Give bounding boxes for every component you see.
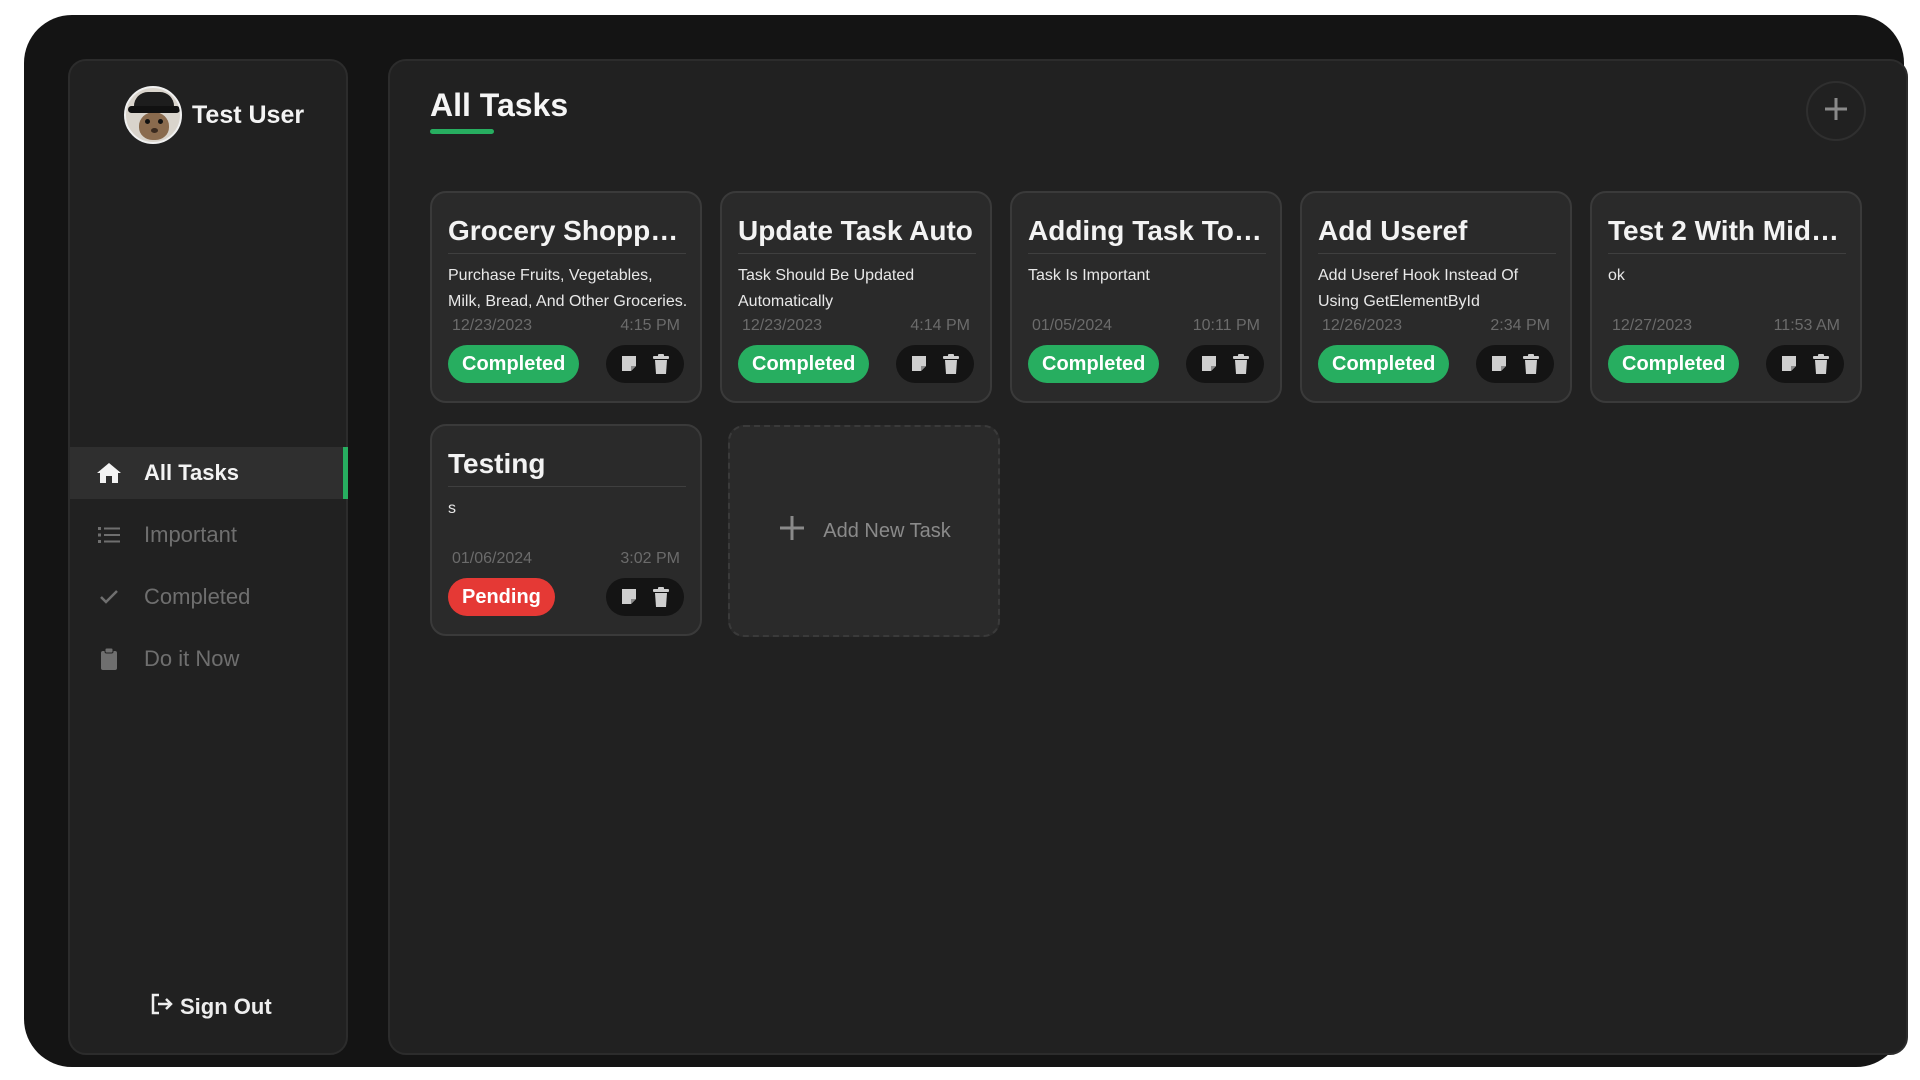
edit-icon[interactable]	[1488, 353, 1510, 375]
task-actions	[606, 345, 684, 383]
task-description: Task Is Important	[1028, 267, 1150, 284]
status-toggle-button[interactable]: Pending	[448, 578, 555, 616]
app-frame: Test User All Tasks Important Completed	[24, 15, 1908, 1067]
edit-icon[interactable]	[1198, 353, 1220, 375]
sign-out-button[interactable]: Sign Out	[150, 993, 272, 1021]
status-toggle-button[interactable]: Completed	[1318, 345, 1450, 383]
sidebar: Test User All Tasks Important Completed	[68, 59, 348, 1055]
status-toggle-button[interactable]: Completed	[448, 345, 580, 383]
trash-icon[interactable]	[1810, 353, 1832, 375]
task-card: Update Task Auto Task Should Be Updated …	[720, 191, 992, 403]
status-toggle-button[interactable]: Completed	[738, 345, 870, 383]
task-time: 3:02 PM	[620, 550, 680, 567]
task-time: 4:14 PM	[910, 317, 970, 334]
sidebar-item-important[interactable]: Important	[70, 509, 348, 561]
status-toggle-button[interactable]: Completed	[1608, 345, 1740, 383]
task-card: Add Useref Add Useref Hook Instead Of Us…	[1300, 191, 1572, 403]
user-profile[interactable]: Test User	[124, 85, 304, 145]
add-new-task-card[interactable]: Add New Task	[728, 425, 1000, 637]
sidebar-item-label: Completed	[144, 584, 251, 609]
sidebar-item-all-tasks[interactable]: All Tasks	[70, 447, 348, 499]
clipboard-icon	[96, 646, 122, 672]
title-underline	[430, 129, 494, 134]
avatar	[124, 86, 182, 144]
task-actions	[1186, 345, 1264, 383]
task-time: 2:34 PM	[1490, 317, 1550, 334]
task-time: 4:15 PM	[620, 317, 680, 334]
home-icon	[96, 460, 122, 486]
trash-icon[interactable]	[1520, 353, 1542, 375]
edit-icon[interactable]	[618, 586, 640, 608]
user-name: Test User	[192, 100, 305, 129]
add-task-button[interactable]	[1806, 81, 1866, 141]
task-card: Testing s 01/06/2024 3:02 PM Pending	[430, 424, 702, 636]
sidebar-item-label: Do it Now	[144, 646, 240, 671]
task-card: Grocery Shopping Purchase Fruits, Vegeta…	[430, 191, 702, 403]
task-description: ok	[1608, 267, 1625, 284]
edit-icon[interactable]	[618, 353, 640, 375]
trash-icon[interactable]	[940, 353, 962, 375]
plus-icon	[1822, 95, 1850, 128]
sidebar-item-label: Important	[144, 522, 237, 547]
task-date: 12/26/2023	[1322, 317, 1403, 334]
task-actions	[1766, 345, 1844, 383]
task-title: Grocery Shopping	[448, 215, 686, 254]
task-date: 12/23/2023	[452, 317, 533, 334]
add-new-task-label: Add New Task	[823, 519, 951, 542]
plus-icon	[777, 513, 807, 549]
sidebar-item-do-it-now[interactable]: Do it Now	[70, 633, 348, 685]
task-time: 10:11 PM	[1192, 317, 1260, 334]
list-icon	[96, 522, 122, 548]
task-actions	[606, 578, 684, 616]
sidebar-nav: All Tasks Important Completed Do it Now	[70, 447, 348, 695]
sidebar-item-label: All Tasks	[144, 460, 239, 485]
edit-icon[interactable]	[1778, 353, 1800, 375]
task-date: 01/05/2024	[1032, 317, 1113, 334]
task-description: Task Should Be Updated Automatically	[738, 267, 915, 310]
task-date: 01/06/2024	[452, 550, 533, 567]
task-title: Adding Task To Important	[1028, 215, 1266, 254]
sidebar-item-completed[interactable]: Completed	[70, 571, 348, 623]
sign-out-icon	[150, 993, 174, 1021]
task-title: Test 2 With Middleware	[1608, 215, 1846, 254]
task-card: Test 2 With Middleware ok 12/27/2023 11:…	[1590, 191, 1862, 403]
task-actions	[1476, 345, 1554, 383]
edit-icon[interactable]	[908, 353, 930, 375]
task-title: Testing	[448, 448, 686, 487]
sign-out-label: Sign Out	[180, 994, 272, 1019]
task-date: 12/23/2023	[742, 317, 823, 334]
trash-icon[interactable]	[650, 586, 672, 608]
task-card: Adding Task To Important Task Is Importa…	[1010, 191, 1282, 403]
task-title: Add Useref	[1318, 215, 1556, 254]
check-icon	[96, 584, 122, 610]
task-actions	[896, 345, 974, 383]
task-description: Purchase Fruits, Vegetables, Milk, Bread…	[448, 267, 688, 310]
trash-icon[interactable]	[650, 353, 672, 375]
task-title: Update Task Auto	[738, 215, 976, 254]
page-title: All Tasks	[430, 87, 569, 123]
status-toggle-button[interactable]: Completed	[1028, 345, 1160, 383]
main-panel: All Tasks Grocery Shopping Purchase Frui…	[388, 59, 1908, 1055]
task-time: 11:53 AM	[1773, 317, 1840, 334]
task-date: 12/27/2023	[1612, 317, 1693, 334]
trash-icon[interactable]	[1230, 353, 1252, 375]
task-description: Add Useref Hook Instead Of Using GetElem…	[1318, 267, 1519, 310]
task-description: s	[448, 500, 456, 517]
